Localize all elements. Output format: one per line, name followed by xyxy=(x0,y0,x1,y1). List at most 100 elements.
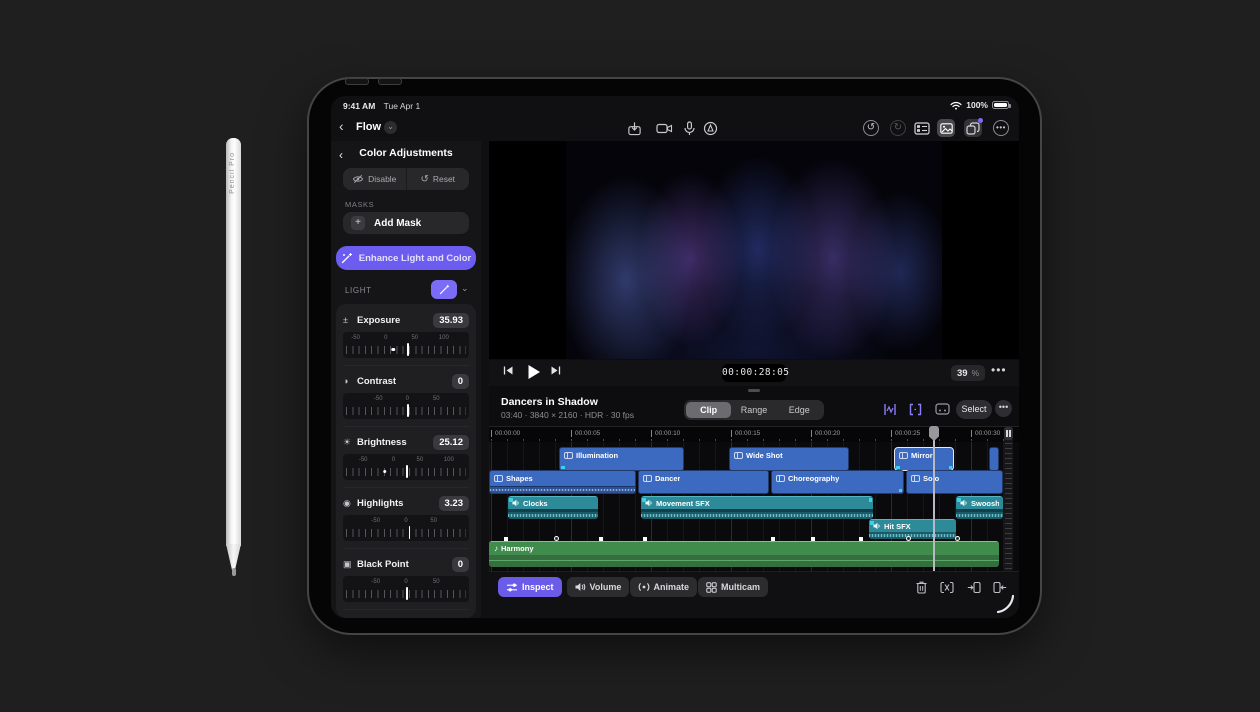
apple-pencil: Pencil Pro xyxy=(226,138,241,576)
clip-harmony[interactable]: ♪Harmony xyxy=(489,541,999,567)
wifi-icon xyxy=(950,101,962,110)
slider-value[interactable]: 3.23 xyxy=(439,496,470,511)
track-height-handle[interactable] xyxy=(1004,427,1013,440)
slider-contrast: ◑ Contrast 0 -50050 xyxy=(343,365,469,426)
add-mask-button[interactable]: + Add Mask xyxy=(343,212,469,234)
clip-dancer[interactable]: Dancer xyxy=(638,470,769,494)
track-height-slider[interactable] xyxy=(1004,427,1013,571)
clip-appearance-button[interactable] xyxy=(881,400,899,418)
more-button[interactable]: ••• xyxy=(992,119,1010,137)
volume-button[interactable]: Volume xyxy=(567,577,630,597)
trim-mode-button[interactable] xyxy=(906,400,924,418)
slider-value[interactable]: 0 xyxy=(452,557,469,572)
keyframe-marker[interactable] xyxy=(859,537,863,541)
animate-button[interactable]: Animate xyxy=(630,577,698,597)
slider-dial[interactable]: -50050 xyxy=(343,576,469,602)
film-icon xyxy=(494,475,503,482)
skip-to-start-button[interactable] xyxy=(503,365,514,376)
film-icon xyxy=(899,452,908,459)
speaker-icon xyxy=(512,499,520,507)
timeline-more-button[interactable]: ••• xyxy=(995,400,1012,417)
tab-edge[interactable]: Edge xyxy=(777,402,822,418)
tab-clip[interactable]: Clip xyxy=(686,402,731,418)
light-collapse-chevron[interactable]: ⌄ xyxy=(461,283,469,294)
clip-clocks[interactable]: Clocks xyxy=(508,496,598,519)
clip-wide-shot[interactable]: Wide Shot xyxy=(729,447,849,471)
split-clip-button[interactable] xyxy=(939,579,955,595)
tab-range[interactable]: Range xyxy=(731,402,776,418)
clip-illumination[interactable]: Illumination xyxy=(559,447,684,471)
keyframe-marker[interactable] xyxy=(643,537,647,541)
clip-mirror[interactable]: Mirror xyxy=(894,447,954,471)
edit-mode-control: ClipRangeEdge xyxy=(684,400,824,420)
slider-value[interactable]: 35.93 xyxy=(433,313,469,328)
slider-value[interactable]: 35.56 xyxy=(433,618,469,619)
inspect-button[interactable]: Inspect xyxy=(498,577,562,597)
keyframe-marker[interactable] xyxy=(955,536,960,541)
back-button[interactable]: ‹ xyxy=(339,118,344,134)
slider-dial[interactable]: -50050 xyxy=(343,393,469,419)
browser-toggle-button[interactable] xyxy=(913,119,931,137)
clip-label: Illumination xyxy=(576,451,618,460)
connection-dot xyxy=(561,466,565,470)
screen: 9:41 AM Tue Apr 1 100% ‹ Flow ⌄ xyxy=(331,96,1019,618)
clip-hit-sfx[interactable]: Hit SFX xyxy=(869,519,956,539)
status-bar: 9:41 AM Tue Apr 1 100% xyxy=(331,96,1019,114)
clip-shapes[interactable]: Shapes xyxy=(489,470,636,494)
multicam-button[interactable]: Multicam xyxy=(698,577,768,597)
redo-button[interactable]: ↻ xyxy=(889,119,907,137)
slider-dial[interactable]: -50050 xyxy=(343,515,469,541)
keyframe-marker[interactable] xyxy=(554,536,559,541)
keyframe-marker[interactable] xyxy=(599,537,603,541)
dial-tick-label: 0 xyxy=(404,518,407,524)
button-label: Inspect xyxy=(522,582,554,592)
clip-choreography[interactable]: Choreography xyxy=(771,470,904,494)
splitter-handle[interactable] xyxy=(748,389,760,392)
microphone-button[interactable] xyxy=(680,119,698,137)
delete-button[interactable] xyxy=(913,579,929,595)
timecode-display[interactable]: 00:00:28:05 xyxy=(722,364,786,382)
dial-tick-label: 50 xyxy=(430,518,437,524)
media-library-button[interactable] xyxy=(937,119,955,137)
stage: Pencil Pro 9:41 AM Tue Apr 1 xyxy=(0,0,1260,712)
slider-value[interactable]: 25.12 xyxy=(433,435,469,450)
slider-value[interactable]: 0 xyxy=(452,374,469,389)
keyframe-marker[interactable] xyxy=(811,537,815,541)
player-more-button[interactable]: ••• xyxy=(991,363,1007,377)
project-title[interactable]: Flow xyxy=(356,121,381,133)
clip-swoosh-sf[interactable]: Swoosh SF xyxy=(956,496,1003,519)
camera-button[interactable] xyxy=(655,119,673,137)
zoom-unit: % xyxy=(972,368,980,378)
select-button[interactable]: Select xyxy=(956,400,992,419)
film-icon xyxy=(643,475,652,482)
skip-to-end-button[interactable] xyxy=(550,365,561,376)
clip-solo[interactable]: Solo xyxy=(906,470,1003,494)
zoom-level-control[interactable]: 39 % xyxy=(951,365,985,381)
import-button[interactable] xyxy=(625,119,643,137)
light-auto-button[interactable] xyxy=(431,280,457,299)
reset-button[interactable]: ↺ Reset xyxy=(407,168,470,190)
timeline-ruler[interactable]: 00:00:0000:00:0500:00:1000:00:1500:00:20… xyxy=(489,426,1019,442)
ruler-label: 00:00:10 xyxy=(651,430,680,437)
slider-dial[interactable]: -50050100 xyxy=(343,454,469,480)
keyframe-marker[interactable] xyxy=(906,536,911,541)
enhance-light-color-button[interactable]: Enhance Light and Color xyxy=(336,246,476,270)
append-clip-button[interactable] xyxy=(992,579,1008,595)
keyframe-marker[interactable] xyxy=(771,537,775,541)
project-chevron-icon[interactable]: ⌄ xyxy=(384,121,397,134)
clip-movement-sfx[interactable]: Movement SFX xyxy=(641,496,873,519)
clip-label: Swoosh SF xyxy=(971,499,999,508)
slider-dial[interactable]: -50050100 xyxy=(343,332,469,358)
music-level-line xyxy=(489,560,999,561)
pencil-settings-button[interactable] xyxy=(701,119,719,137)
undo-button[interactable]: ↺ xyxy=(862,119,880,137)
keyframe-marker[interactable] xyxy=(504,537,508,541)
disable-label: Disable xyxy=(368,174,396,184)
panel-back-button[interactable]: ‹ xyxy=(339,148,343,162)
overwrite-clip-button[interactable] xyxy=(966,579,982,595)
clip-partial[interactable] xyxy=(989,447,999,471)
storyline-button[interactable] xyxy=(933,400,951,418)
disable-button[interactable]: Disable xyxy=(343,168,407,190)
inspector-toggle-button[interactable] xyxy=(964,119,982,137)
play-button[interactable] xyxy=(527,364,541,380)
